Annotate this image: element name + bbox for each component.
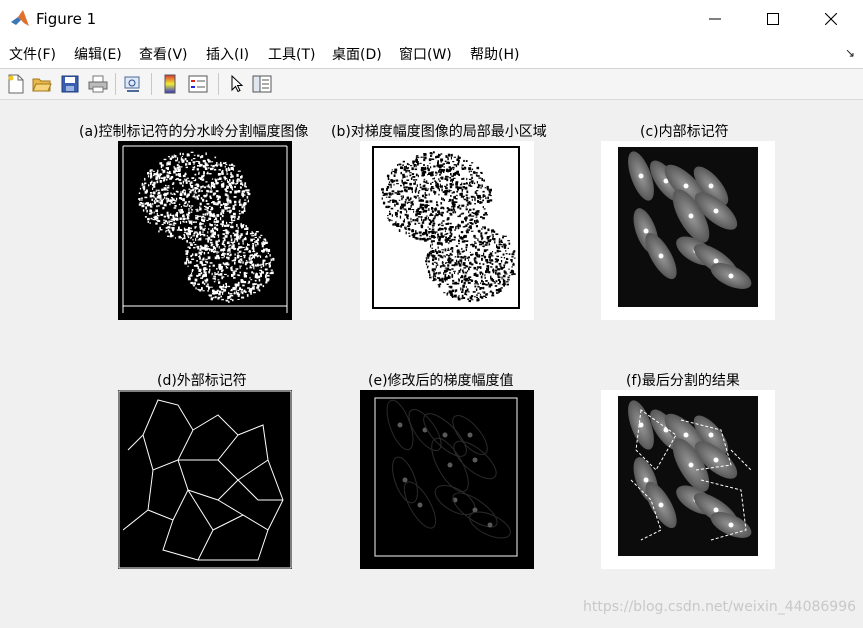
- toolbar-separator: [151, 73, 152, 95]
- image-panel-b: [360, 141, 534, 320]
- maximize-button[interactable]: [744, 0, 802, 38]
- menu-tools[interactable]: 工具(T): [268, 44, 315, 64]
- window-title: Figure 1: [36, 10, 97, 28]
- toolbar-separator: [115, 73, 116, 95]
- figure-toolbar: [0, 69, 863, 100]
- modified-gradient-image: [374, 397, 518, 557]
- image-panel-d: [118, 390, 292, 569]
- menu-bar: 文件(F) 编辑(E) 查看(V) 插入(I) 工具(T) 桌面(D) 窗口(W…: [0, 38, 863, 69]
- toolbar-separator: [218, 73, 219, 95]
- link-plot-icon[interactable]: [121, 72, 145, 96]
- maximize-icon: [767, 13, 779, 25]
- close-button[interactable]: [802, 0, 860, 38]
- watershed-speckle-image: [122, 145, 288, 313]
- menu-window[interactable]: 窗口(W): [399, 44, 452, 64]
- subplot-title-f: (f)最后分割的结果: [626, 373, 740, 389]
- menu-insert[interactable]: 插入(I): [206, 44, 249, 64]
- minimize-icon: [709, 18, 721, 20]
- external-markers-image: [118, 390, 292, 569]
- title-bar: Figure 1: [0, 0, 863, 38]
- dock-arrow-icon[interactable]: ↘: [845, 46, 855, 60]
- watermark-text: https://blog.csdn.net/weixin_44086996: [583, 599, 857, 615]
- subplot-title-e: (e)修改后的梯度幅度值: [368, 373, 514, 389]
- image-panel-e: [360, 390, 534, 569]
- menu-file[interactable]: 文件(F): [9, 44, 56, 64]
- new-figure-icon[interactable]: [4, 72, 28, 96]
- menu-desktop[interactable]: 桌面(D): [332, 44, 382, 64]
- menu-view[interactable]: 查看(V): [139, 44, 188, 64]
- regional-minima-image: [372, 146, 520, 309]
- save-icon[interactable]: [58, 72, 82, 96]
- image-panel-c: [601, 141, 775, 320]
- subplot-title-b: (b)对梯度幅度图像的局部最小区域: [331, 124, 547, 140]
- print-icon[interactable]: [86, 72, 110, 96]
- image-panel-f: [601, 390, 775, 569]
- subplot-title-c: (c)内部标记符: [640, 124, 729, 140]
- final-segmentation-image: [618, 396, 758, 556]
- minimize-button[interactable]: [686, 0, 744, 38]
- subplot-title-d: (d)外部标记符: [157, 373, 247, 389]
- property-inspector-icon[interactable]: [250, 72, 274, 96]
- internal-markers-image: [618, 147, 758, 307]
- image-panel-a: [118, 141, 292, 320]
- subplot-title-a: (a)控制标记符的分水岭分割幅度图像: [79, 124, 309, 140]
- menu-edit[interactable]: 编辑(E): [74, 44, 122, 64]
- open-file-icon[interactable]: [30, 72, 54, 96]
- insert-legend-icon[interactable]: [186, 72, 210, 96]
- close-icon: [825, 13, 837, 25]
- menu-help[interactable]: 帮助(H): [470, 44, 519, 64]
- insert-colorbar-icon[interactable]: [158, 72, 182, 96]
- matlab-icon: [11, 10, 29, 26]
- edit-plot-icon[interactable]: [224, 72, 248, 96]
